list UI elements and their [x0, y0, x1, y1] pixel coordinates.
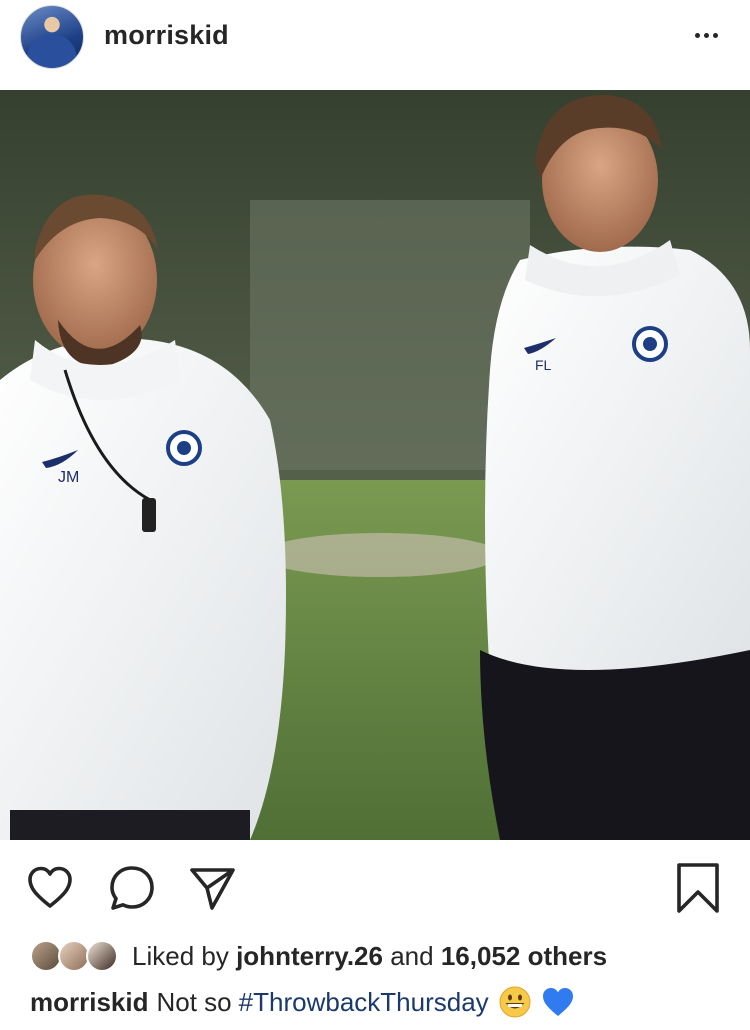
- post-header: morriskid: [0, 0, 750, 90]
- likes-count-link[interactable]: 16,052 others: [441, 941, 607, 971]
- first-liker-link[interactable]: johnterry.26: [236, 941, 383, 971]
- profile-avatar[interactable]: [20, 5, 84, 69]
- heart-icon[interactable]: [22, 860, 78, 916]
- post-actions: [0, 848, 750, 928]
- likes-text: Liked by johnterry.26 and 16,052 others: [132, 941, 607, 972]
- svg-text:JM: JM: [58, 469, 79, 486]
- post-caption: morriskid Not so #ThrowbackThursday: [30, 986, 575, 1018]
- blue-heart-emoji: [541, 986, 575, 1018]
- post-username[interactable]: morriskid: [104, 20, 229, 51]
- comment-bubble-icon[interactable]: [104, 860, 160, 916]
- svg-text:FL: FL: [535, 357, 552, 373]
- likes-prefix: Liked by: [132, 940, 229, 971]
- likes-connector: and: [390, 940, 434, 971]
- post-photo[interactable]: JM FL JM FL: [0, 90, 750, 840]
- likes-row[interactable]: Liked by johnterry.26 and 16,052 others: [30, 934, 607, 978]
- paper-plane-icon[interactable]: [184, 860, 240, 916]
- bookmark-icon[interactable]: [670, 860, 726, 916]
- caption-hashtag[interactable]: #ThrowbackThursday: [239, 987, 489, 1018]
- liker-avatars[interactable]: [30, 938, 122, 974]
- avatar[interactable]: [86, 940, 118, 972]
- grinning-face-emoji: [499, 986, 531, 1018]
- caption-username[interactable]: morriskid: [30, 987, 149, 1018]
- caption-text: Not so: [156, 986, 232, 1017]
- more-horizontal-icon[interactable]: [686, 20, 726, 50]
